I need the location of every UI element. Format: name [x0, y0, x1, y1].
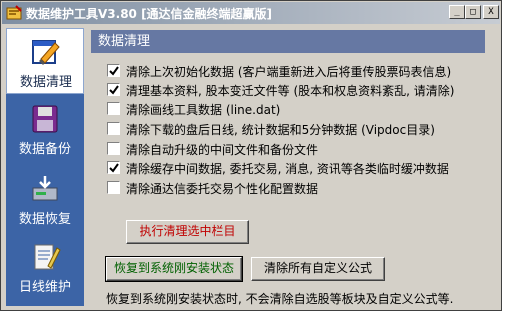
minimize-button[interactable]: _	[449, 5, 465, 19]
app-tools-icon	[6, 5, 22, 21]
option-label: 清除下载的盘后日线, 统计数据和5分钟数据 (Vipdoc目录)	[126, 123, 435, 137]
sidebar-item-dayline-maintenance[interactable]: 日线维护	[6, 234, 84, 300]
cleanup-panel: 清除上次初始化数据 (客户端重新进入后将重传股票码表信息) 清理基本资料, 股本变…	[91, 53, 485, 306]
window-title: 数据维护工具V3.80 [通达信金融终端超赢版]	[26, 7, 273, 21]
option-checkbox[interactable]	[107, 142, 120, 155]
option-checkbox[interactable]	[107, 64, 120, 77]
option-checkbox[interactable]	[107, 83, 120, 96]
title-bar[interactable]: 数据维护工具V3.80 [通达信金融终端超赢版] _ □ X	[2, 2, 500, 24]
close-button[interactable]: X	[483, 5, 499, 19]
sidebar-item-data-cleanup[interactable]: 数据清理	[6, 28, 84, 94]
execute-cleanup-button[interactable]: 执行清理选中栏目	[126, 220, 249, 244]
app-window: 数据维护工具V3.80 [通达信金融终端超赢版] _ □ X 数据清理 数据备份…	[0, 0, 502, 311]
option-label: 清除自动升级的中间文件和备份文件	[126, 143, 319, 157]
sidebar: 数据清理 数据备份 数据恢复 日线维护	[6, 28, 84, 306]
option-checkbox[interactable]	[107, 181, 120, 194]
maximize-button[interactable]: □	[465, 5, 481, 19]
option-checkbox[interactable]	[107, 102, 120, 115]
sidebar-item-label: 日线维护	[18, 280, 71, 295]
floppy-disk-icon	[28, 104, 62, 134]
sidebar-item-label: 数据清理	[19, 75, 72, 90]
option-label: 清除通达信委托交易个性化配置数据	[126, 182, 319, 196]
restore-note: 恢复到系统刚安装状态时, 不会清除自选股等板块及自定义公式等.	[106, 292, 454, 306]
panel-header: 数据清理	[91, 30, 485, 53]
option-label: 清除画线工具数据 (line.dat)	[126, 103, 281, 117]
restore-install-state-button[interactable]: 恢复到系统刚安装状态	[105, 256, 243, 282]
sidebar-item-label: 数据恢复	[18, 212, 71, 227]
disk-restore-icon	[28, 174, 62, 204]
sidebar-item-label: 数据备份	[18, 142, 71, 157]
notepad-pencil-icon	[28, 242, 62, 272]
option-label: 清理基本资料, 股本变迁文件等 (股本和权息资料紊乱, 请清除)	[126, 84, 455, 98]
sidebar-item-data-restore[interactable]: 数据恢复	[6, 166, 84, 232]
option-checkbox[interactable]	[107, 122, 120, 135]
option-checkbox[interactable]	[107, 161, 120, 174]
option-label: 清除上次初始化数据 (客户端重新进入后将重传股票码表信息)	[126, 65, 452, 79]
sidebar-item-data-backup[interactable]: 数据备份	[6, 96, 84, 162]
broom-edit-icon	[29, 37, 63, 67]
option-label: 清除缓存中间数据, 委托交易, 消息, 资讯等各类临时缓冲数据	[126, 162, 449, 176]
clear-custom-formulas-button[interactable]: 清除所有自定义公式	[251, 257, 385, 281]
